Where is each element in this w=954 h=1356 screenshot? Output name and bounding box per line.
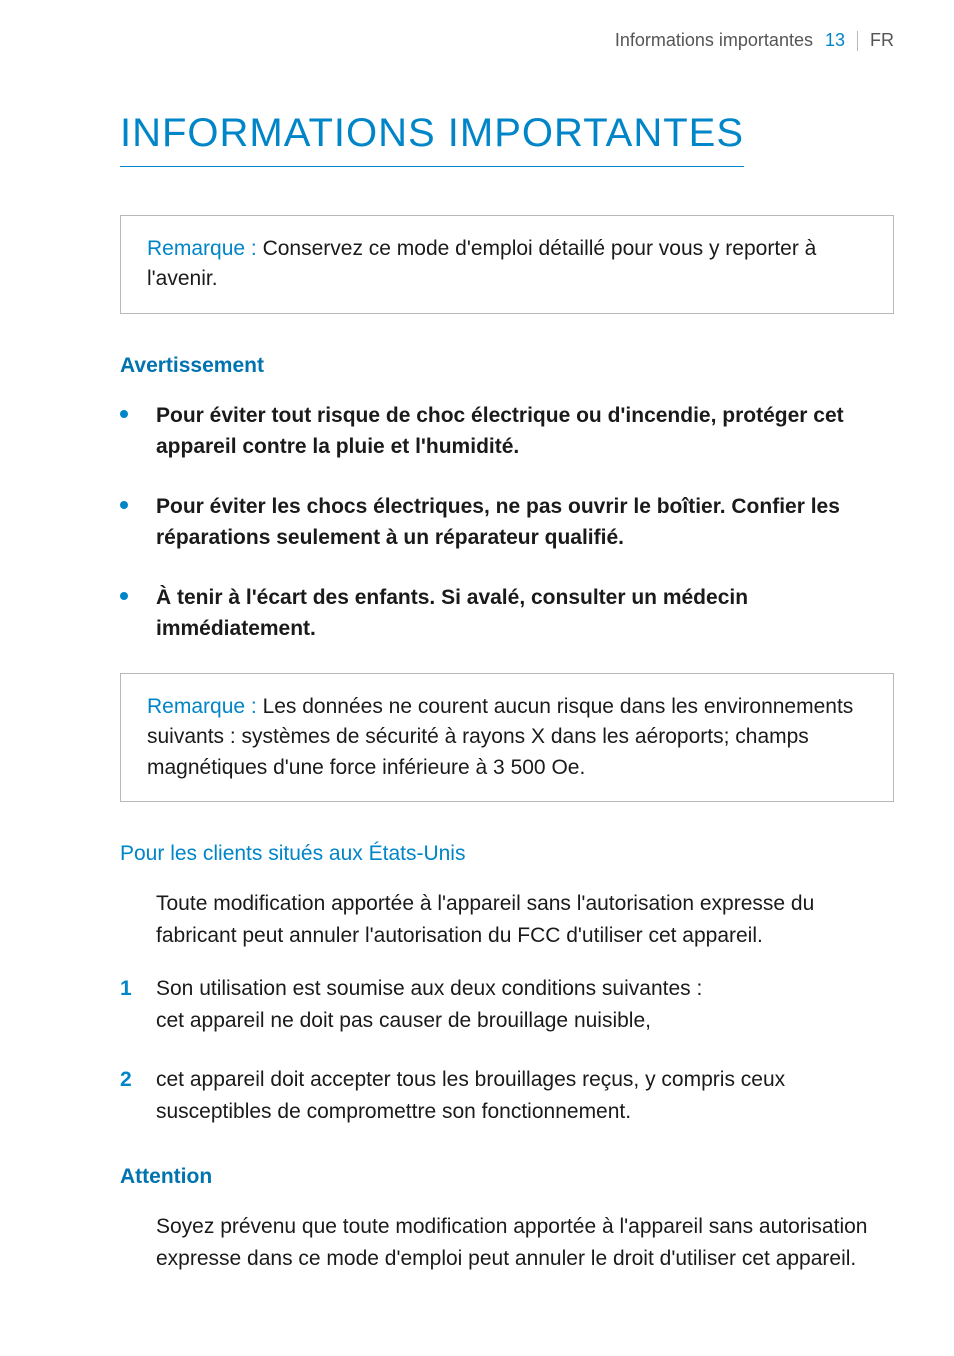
page-header: Informations importantes 13 FR: [60, 30, 894, 51]
us-clients-conditions-list: Son utilisation est soumise aux deux con…: [120, 973, 894, 1127]
page-title: INFORMATIONS IMPORTANTES: [120, 111, 744, 167]
note-box-2: Remarque : Les données ne courent aucun …: [120, 673, 894, 802]
list-item: Pour éviter tout risque de choc électriq…: [120, 400, 894, 463]
list-item: Pour éviter les chocs électriques, ne pa…: [120, 491, 894, 554]
header-language: FR: [870, 30, 894, 51]
list-item-text: cet appareil ne doit pas causer de broui…: [156, 1009, 651, 1032]
us-clients-paragraph: Toute modification apportée à l'appareil…: [156, 888, 894, 951]
list-intro: Son utilisation est soumise aux deux con…: [156, 977, 702, 1000]
list-item: À tenir à l'écart des enfants. Si avalé,…: [120, 582, 894, 645]
note-label: Remarque :: [147, 237, 257, 260]
attention-heading: Attention: [120, 1165, 894, 1189]
content-column: INFORMATIONS IMPORTANTES Remarque : Cons…: [120, 111, 894, 1274]
list-item: cet appareil doit accepter tous les brou…: [120, 1064, 894, 1127]
warning-heading: Avertissement: [120, 354, 894, 378]
us-clients-heading: Pour les clients situés aux États-Unis: [120, 842, 894, 866]
header-divider: [857, 31, 858, 51]
attention-paragraph: Soyez prévenu que toute modification app…: [156, 1211, 894, 1274]
warning-list: Pour éviter tout risque de choc électriq…: [120, 400, 894, 645]
list-item: Son utilisation est soumise aux deux con…: [120, 973, 894, 1036]
page: Informations importantes 13 FR INFORMATI…: [0, 0, 954, 1356]
header-section-name: Informations importantes: [615, 30, 813, 51]
header-page-number: 13: [825, 30, 845, 51]
note-box-1: Remarque : Conservez ce mode d'emploi dé…: [120, 215, 894, 314]
note-label: Remarque :: [147, 695, 257, 718]
